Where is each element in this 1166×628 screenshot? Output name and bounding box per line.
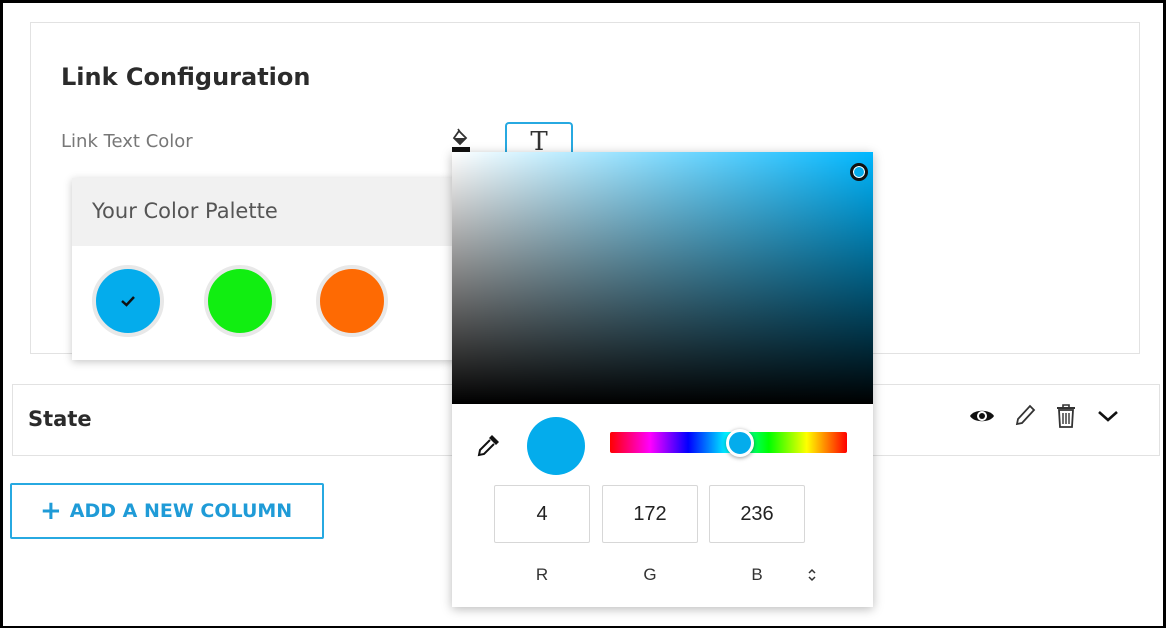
saturation-black-layer bbox=[452, 152, 873, 404]
state-label: State bbox=[28, 407, 92, 431]
color-picker-popover: R G B bbox=[452, 152, 873, 607]
plus-icon: + bbox=[40, 496, 62, 526]
check-icon bbox=[96, 269, 160, 333]
blue-value-input[interactable] bbox=[709, 485, 805, 543]
page-title: Link Configuration bbox=[61, 63, 311, 91]
eyedropper-icon[interactable] bbox=[476, 432, 502, 458]
trash-icon[interactable] bbox=[1052, 401, 1080, 431]
green-label: G bbox=[643, 565, 657, 584]
link-text-color-label: Link Text Color bbox=[61, 131, 193, 152]
eye-icon[interactable] bbox=[968, 401, 996, 431]
color-palette-popover: Your Color Palette bbox=[72, 178, 462, 360]
hue-slider-thumb[interactable] bbox=[726, 429, 754, 457]
chevron-down-icon[interactable] bbox=[1094, 401, 1122, 431]
saturation-handle[interactable] bbox=[850, 163, 868, 181]
palette-title: Your Color Palette bbox=[92, 199, 278, 223]
pencil-icon[interactable] bbox=[1010, 401, 1038, 431]
text-color-button[interactable]: T bbox=[505, 122, 573, 157]
palette-swatch-blue[interactable] bbox=[92, 265, 164, 337]
add-new-column-button[interactable]: + ADD A NEW COLUMN bbox=[10, 483, 324, 539]
palette-swatch-green[interactable] bbox=[204, 265, 276, 337]
green-value-input[interactable] bbox=[602, 485, 698, 543]
paint-bucket-icon[interactable] bbox=[450, 128, 472, 152]
color-preview-swatch bbox=[527, 417, 585, 475]
red-label: R bbox=[535, 565, 549, 584]
state-row-actions bbox=[968, 401, 1122, 431]
palette-swatch-orange[interactable] bbox=[316, 265, 388, 337]
blue-label: B bbox=[751, 565, 763, 584]
red-value-input[interactable] bbox=[494, 485, 590, 543]
color-mode-toggle-icon[interactable] bbox=[805, 565, 819, 585]
add-new-column-label: ADD A NEW COLUMN bbox=[69, 500, 293, 522]
palette-header: Your Color Palette bbox=[72, 178, 462, 246]
saturation-area[interactable] bbox=[452, 152, 873, 404]
